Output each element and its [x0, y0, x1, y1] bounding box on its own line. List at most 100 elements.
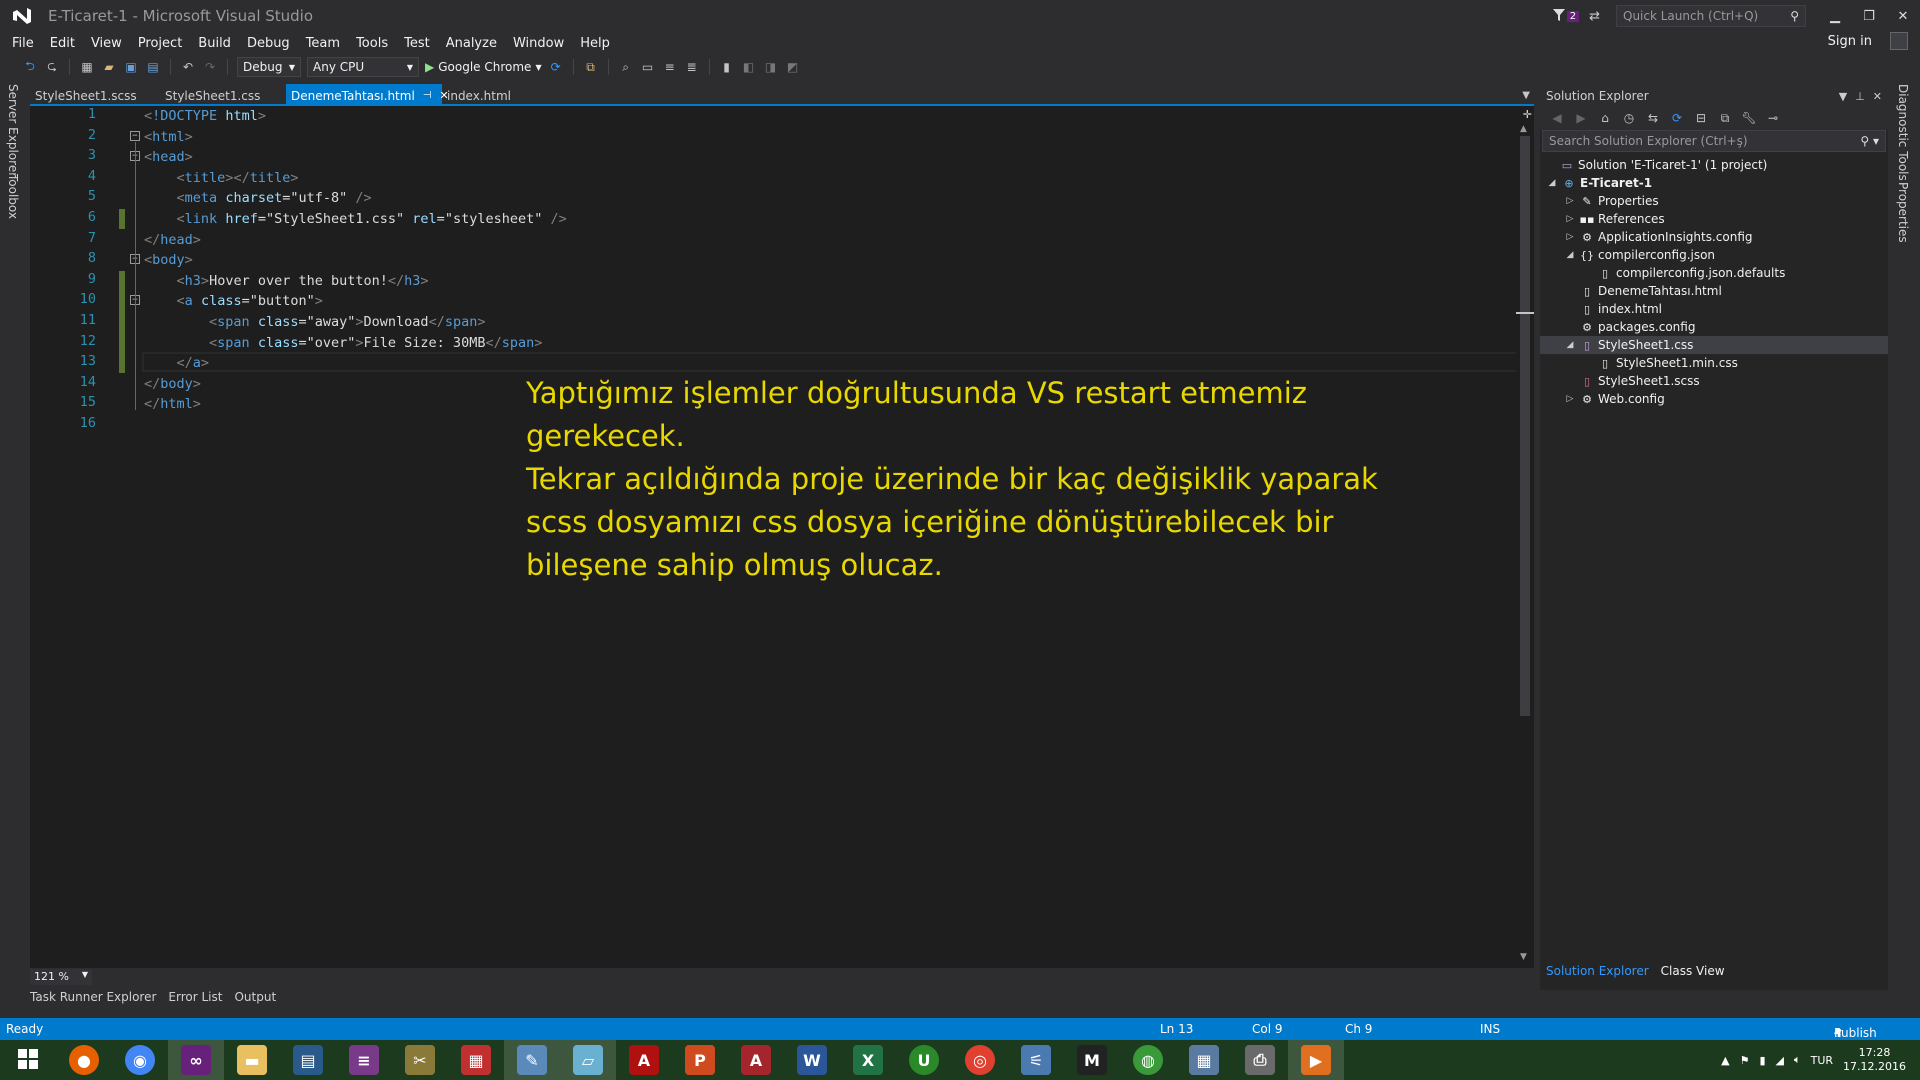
tab-task-runner-explorer[interactable]: Task Runner Explorer	[30, 990, 156, 1010]
menu-test[interactable]: Test	[396, 36, 438, 51]
tree-item-solution[interactable]: ▭ Solution 'E-Ticaret-1' (1 project)	[1540, 156, 1888, 174]
menu-tools[interactable]: Tools	[348, 36, 396, 51]
tab-error-list[interactable]: Error List	[168, 990, 222, 1010]
quick-launch-input[interactable]: Quick Launch (Ctrl+Q) ⚲	[1616, 5, 1806, 27]
comment-icon[interactable]: ▭	[640, 59, 656, 75]
tree-item-compilerconfig-defaults[interactable]: ▯ compilerconfig.json.defaults	[1540, 264, 1888, 282]
close-button[interactable]: ✕	[1886, 0, 1920, 32]
battery-icon[interactable]: ▮	[1759, 1054, 1765, 1067]
redo-icon[interactable]: ↷	[202, 59, 218, 75]
scroll-up-icon[interactable]: ▲	[1520, 124, 1527, 134]
solution-configuration-dropdown[interactable]: Debug ▼	[237, 57, 301, 77]
clear-bookmarks-icon[interactable]: ◩	[785, 59, 801, 75]
input-language[interactable]: TUR	[1811, 1054, 1833, 1067]
tab-list-dropdown-icon[interactable]: ▼	[1522, 90, 1530, 101]
tree-twisty[interactable]: ▷	[1564, 394, 1576, 404]
solution-platform-dropdown[interactable]: Any CPU ▼	[307, 57, 419, 77]
tree-item-packages-config[interactable]: ⚙ packages.config	[1540, 318, 1888, 336]
save-icon[interactable]: ▣	[123, 59, 139, 75]
feedback-icon[interactable]: ⇄	[1589, 9, 1600, 24]
menu-window[interactable]: Window	[505, 36, 572, 51]
menu-help[interactable]: Help	[572, 36, 618, 51]
start-button[interactable]	[0, 1040, 56, 1080]
refresh-icon[interactable]: ⟳	[548, 59, 564, 75]
menu-team[interactable]: Team	[298, 36, 348, 51]
indent-icon[interactable]: ≡	[662, 59, 678, 75]
show-all-files-icon[interactable]: ⧉	[1718, 110, 1732, 126]
next-bookmark-icon[interactable]: ◨	[763, 59, 779, 75]
scrollbar-thumb[interactable]	[1520, 136, 1530, 716]
sync-with-document-icon[interactable]: ⇆	[1646, 110, 1660, 126]
tree-twisty[interactable]: ▷	[1564, 232, 1576, 242]
wifi-icon[interactable]: ◢	[1776, 1054, 1784, 1067]
menu-view[interactable]: View	[83, 36, 130, 51]
menu-project[interactable]: Project	[130, 36, 190, 51]
taskbar-chrome[interactable]: ◉	[112, 1040, 168, 1080]
tree-item-compilerconfig-json[interactable]: ◢ {} compilerconfig.json	[1540, 246, 1888, 264]
pin-icon[interactable]: ⊥	[1855, 90, 1865, 103]
split-window-icon[interactable]: ✛	[1523, 108, 1532, 121]
tab-denemetahtasi-html[interactable]: DenemeTahtası.html ⊣ ✕	[286, 84, 449, 104]
undo-icon[interactable]: ↶	[180, 59, 196, 75]
zoom-level-dropdown[interactable]: 121 % ▼	[30, 969, 92, 985]
tree-item-web-config[interactable]: ▷ ⚙ Web.config	[1540, 390, 1888, 408]
tree-item-denemetahtasi-html[interactable]: ▯ DenemeTahtası.html	[1540, 282, 1888, 300]
window-position-icon[interactable]: ▼	[1839, 90, 1847, 103]
vertical-scrollbar[interactable]: ✛ ▲ ▼	[1516, 106, 1534, 968]
scroll-down-icon[interactable]: ▼	[1520, 952, 1527, 962]
tree-item-stylesheet1-min-css[interactable]: ▯ StyleSheet1.min.css	[1540, 354, 1888, 372]
pending-changes-filter-icon[interactable]: ◷	[1622, 110, 1636, 126]
horizontal-scrollbar[interactable]	[98, 971, 1518, 983]
taskbar-app-10[interactable]: ▱	[560, 1040, 616, 1080]
tree-twisty[interactable]: ▷	[1564, 214, 1576, 224]
menu-build[interactable]: Build	[190, 36, 239, 51]
tree-item-stylesheet1-scss[interactable]: ▯ StyleSheet1.scss	[1540, 372, 1888, 390]
taskbar-app-18[interactable]: ⚟	[1008, 1040, 1064, 1080]
taskbar-word[interactable]: W	[784, 1040, 840, 1080]
menu-file[interactable]: File	[4, 36, 42, 51]
diagnostic-tools-tab[interactable]: Diagnostic Tools	[1896, 84, 1910, 181]
taskbar-app-7[interactable]: ✂	[392, 1040, 448, 1080]
taskbar-acrobat[interactable]: A	[616, 1040, 672, 1080]
tree-twisty[interactable]: ◢	[1546, 178, 1558, 188]
volume-icon[interactable]: 🔈︎	[1794, 1053, 1801, 1067]
code-editor[interactable]: 1 2 3 4 5 6 7 8 9 10 11 12 13 14 15 16 −…	[30, 106, 1534, 968]
taskbar-app-5[interactable]: ▤	[280, 1040, 336, 1080]
open-file-icon[interactable]: ▰	[101, 59, 117, 75]
account-icon[interactable]	[1890, 32, 1908, 50]
navigate-forward-icon[interactable]: ⮎	[44, 59, 60, 75]
tree-twisty[interactable]: ◢	[1564, 340, 1576, 350]
collapse-html-icon[interactable]: −	[130, 131, 140, 141]
tree-item-applicationinsights-config[interactable]: ▷ ⚙ ApplicationInsights.config	[1540, 228, 1888, 246]
taskbar-app-22[interactable]: ⎙	[1232, 1040, 1288, 1080]
properties-wrench-icon[interactable]: 🔧︎	[1741, 110, 1756, 126]
solution-explorer-search-input[interactable]: Search Solution Explorer (Ctrl+ş) ⚲ ▾	[1542, 130, 1886, 152]
taskbar-app-6[interactable]: ≡	[336, 1040, 392, 1080]
server-explorer-tab[interactable]: Server Explorer	[6, 84, 20, 177]
find-in-files-icon[interactable]: ⌕	[618, 59, 634, 75]
tab-output[interactable]: Output	[234, 990, 276, 1010]
taskbar-excel[interactable]: X	[840, 1040, 896, 1080]
taskbar-visual-studio[interactable]: ∞	[168, 1040, 224, 1080]
tab-solution-explorer[interactable]: Solution Explorer	[1546, 964, 1649, 984]
taskbar-app-8[interactable]: ▦	[448, 1040, 504, 1080]
action-center-icon[interactable]: ⚑	[1740, 1054, 1750, 1067]
browser-link-icon[interactable]: ⧉	[583, 59, 599, 75]
start-debugging-button[interactable]: ▶ Google Chrome ▼	[425, 60, 542, 74]
outdent-icon[interactable]: ≣	[684, 59, 700, 75]
taskbar-firefox[interactable]: ●	[56, 1040, 112, 1080]
tab-stylesheet1-css[interactable]: StyleSheet1.css	[160, 84, 286, 104]
clock[interactable]: 17:28 17.12.2016	[1843, 1046, 1906, 1074]
home-icon[interactable]: ⌂	[1598, 110, 1612, 126]
tab-class-view[interactable]: Class View	[1661, 964, 1725, 984]
forward-icon[interactable]: ▶	[1574, 110, 1588, 126]
properties-tab[interactable]: Properties	[1896, 182, 1910, 243]
taskbar-access[interactable]: A	[728, 1040, 784, 1080]
show-hidden-icons-icon[interactable]: ▲	[1721, 1054, 1729, 1067]
tree-item-properties[interactable]: ▷ ✎ Properties	[1540, 192, 1888, 210]
save-all-icon[interactable]: ▤	[145, 59, 161, 75]
pin-icon[interactable]: ⊣	[423, 90, 432, 101]
previous-bookmark-icon[interactable]: ◧	[741, 59, 757, 75]
navigate-back-icon[interactable]: ⮌	[22, 59, 38, 75]
taskbar-app-20[interactable]: ◍	[1120, 1040, 1176, 1080]
